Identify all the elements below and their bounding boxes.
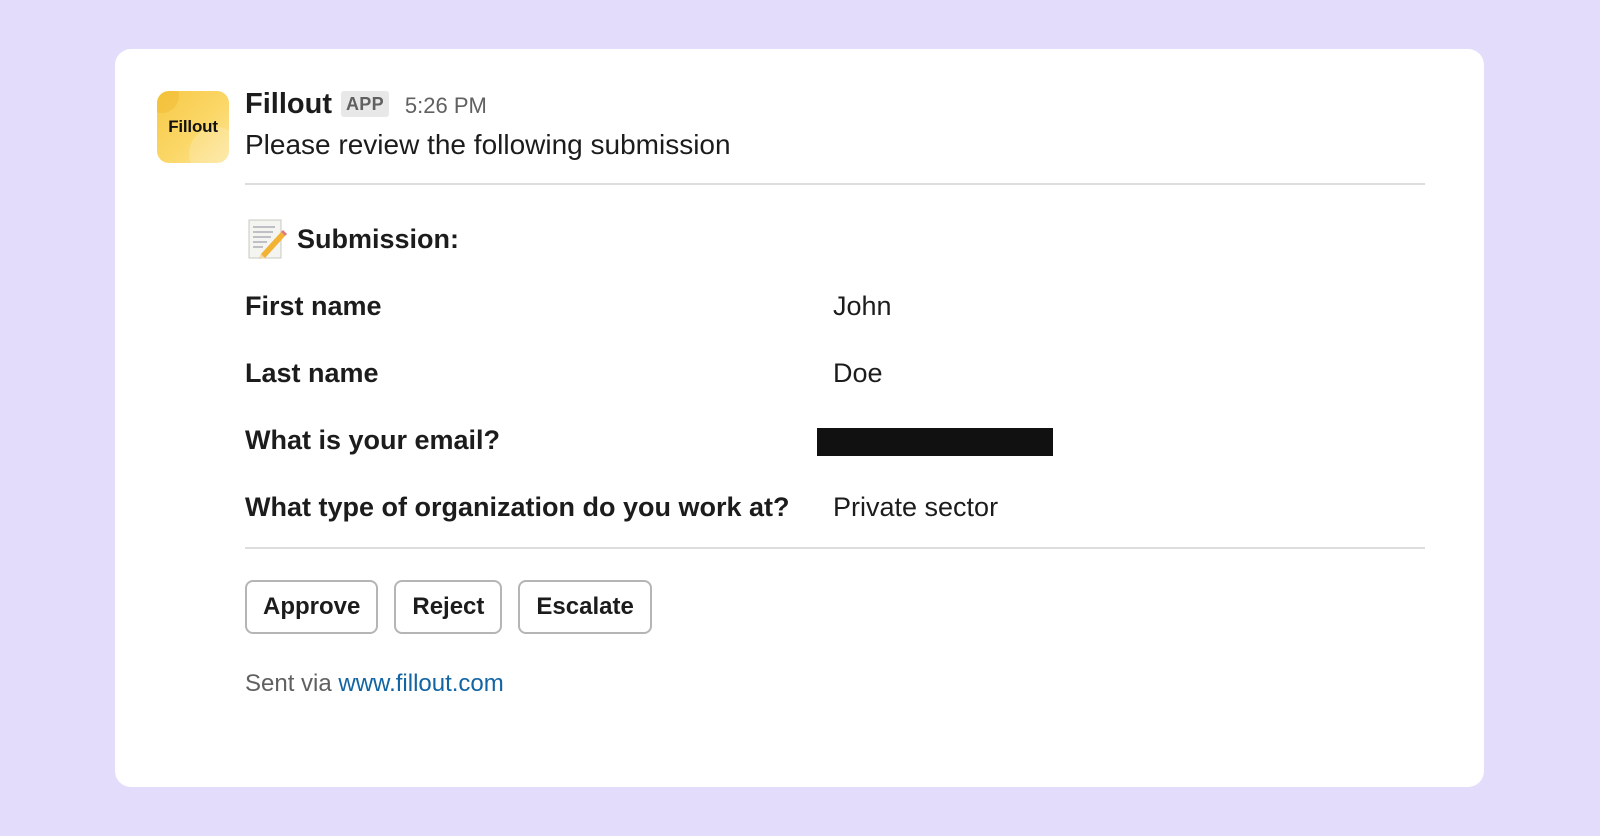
field-row-email: What is your email? [245, 419, 1425, 462]
field-label: Last name [245, 358, 379, 388]
divider [245, 183, 1425, 185]
divider [245, 547, 1425, 549]
field-label: First name [245, 291, 382, 321]
field-row-last-name: Last name Doe [245, 352, 1425, 395]
redacted-email [817, 427, 1053, 456]
avatar-logo-text: Fillout [168, 117, 218, 136]
app-badge: APP [340, 91, 389, 117]
field-row-first-name: First name John [245, 285, 1425, 328]
field-row-organization: What type of organization do you work at… [245, 486, 1425, 529]
field-value: John [833, 291, 892, 321]
footer-prefix: Sent via [245, 670, 339, 697]
fillout-link[interactable]: www.fillout.com [338, 670, 503, 697]
field-value-email [817, 419, 1053, 462]
submission-heading: Submission: [245, 217, 1445, 261]
sender-name[interactable]: Fillout [245, 88, 332, 121]
fillout-avatar[interactable]: Fillout [157, 91, 229, 163]
message-header: Fillout APP 5:26 PM [245, 85, 1445, 123]
escalate-button[interactable]: Escalate [518, 580, 652, 634]
field-label: What type of organization do you work at… [245, 492, 790, 522]
message-content: Fillout APP 5:26 PM Please review the fo… [245, 85, 1445, 698]
action-buttons: Approve Reject Escalate [245, 580, 1445, 634]
message-footer: Sent via www.fillout.com [245, 670, 1445, 698]
submission-heading-text: Submission: [297, 223, 460, 254]
reject-button[interactable]: Reject [394, 580, 503, 634]
message-card: Fillout Fillout APP 5:26 PM Please revie… [115, 49, 1484, 787]
field-value: Doe [833, 358, 883, 388]
field-label: What is your email? [245, 425, 501, 455]
message-intro: Please review the following submission [245, 129, 731, 160]
message-timestamp[interactable]: 5:26 PM [405, 89, 487, 119]
approve-button[interactable]: Approve [245, 580, 379, 634]
submission-fields: First name John Last name Doe What is yo… [245, 285, 1425, 529]
memo-icon [248, 219, 287, 259]
field-value: Private sector [833, 492, 999, 522]
